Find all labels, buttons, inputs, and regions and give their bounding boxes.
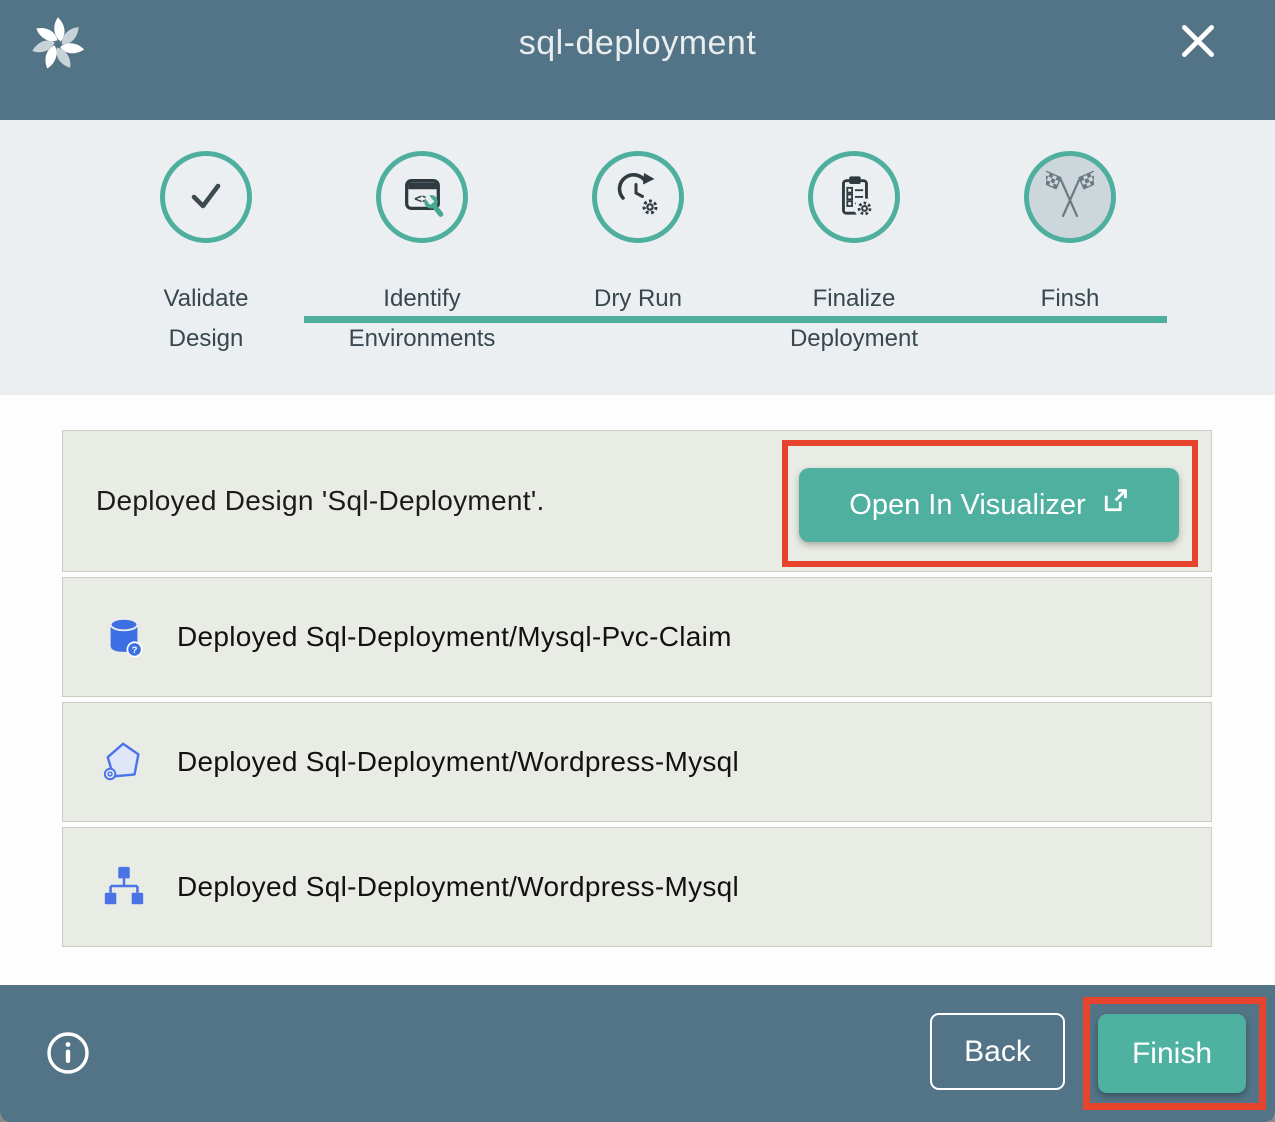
deployment-results: Deployed Design 'Sql-Deployment'. Open I… xyxy=(0,395,1275,985)
deployed-item-text: Deployed Sql-Deployment/Mysql-Pvc-Claim xyxy=(177,621,732,653)
modal-footer: Back Finish xyxy=(0,985,1275,1122)
stepper: ValidateDesign <> xyxy=(0,120,1275,395)
finish-button[interactable]: Finish xyxy=(1098,1014,1246,1093)
pod-pentagon-icon xyxy=(101,739,147,785)
deployed-item-row: Deployed Sql-Deployment/Wordpress-Mysql xyxy=(62,702,1212,822)
close-icon xyxy=(1175,52,1221,67)
svg-text:?: ? xyxy=(132,645,138,656)
step-dry-run: Dry Run xyxy=(530,120,746,395)
checkered-flags-icon xyxy=(1046,171,1094,224)
deployment-message: Deployed Design 'Sql-Deployment'. xyxy=(96,485,545,517)
step-label: IdentifyEnvironments xyxy=(314,279,530,359)
step-label: ValidateDesign xyxy=(98,279,314,359)
step-finish: Finsh xyxy=(962,120,1178,395)
deployed-item-text: Deployed Sql-Deployment/Wordpress-Mysql xyxy=(177,746,739,778)
deployment-wizard-modal: sql-deployment Va xyxy=(0,0,1275,1122)
step-label: Dry Run xyxy=(530,279,746,319)
external-link-icon xyxy=(1101,487,1129,523)
modal-title: sql-deployment xyxy=(0,24,1275,63)
step-label: Finsh xyxy=(962,279,1178,319)
clipboard-gear-icon xyxy=(831,172,877,223)
back-button[interactable]: Back xyxy=(930,1013,1065,1090)
deployment-message-row: Deployed Design 'Sql-Deployment'. Open I… xyxy=(62,430,1212,572)
workload-tree-icon xyxy=(101,864,147,910)
step-finalize-deployment: FinalizeDeployment xyxy=(746,120,962,395)
step-identify-environments: <> IdentifyEnvironments xyxy=(314,120,530,395)
info-icon xyxy=(44,1065,92,1080)
deployed-item-row: ? Deployed Sql-Deployment/Mysql-Pvc-Clai… xyxy=(62,577,1212,697)
database-icon: ? xyxy=(101,614,147,660)
check-icon xyxy=(182,171,230,224)
deployed-item-row: Deployed Sql-Deployment/Wordpress-Mysql xyxy=(62,827,1212,947)
step-label: FinalizeDeployment xyxy=(746,279,962,359)
rerun-gear-icon xyxy=(614,171,662,224)
modal-header: sql-deployment xyxy=(0,0,1275,120)
close-button[interactable] xyxy=(1175,18,1221,64)
info-button[interactable] xyxy=(44,1029,92,1077)
step-validate-design: ValidateDesign xyxy=(98,120,314,395)
open-in-visualizer-button[interactable]: Open In Visualizer xyxy=(799,468,1179,542)
code-wrench-icon: <> xyxy=(399,172,445,223)
deployed-item-text: Deployed Sql-Deployment/Wordpress-Mysql xyxy=(177,871,739,903)
